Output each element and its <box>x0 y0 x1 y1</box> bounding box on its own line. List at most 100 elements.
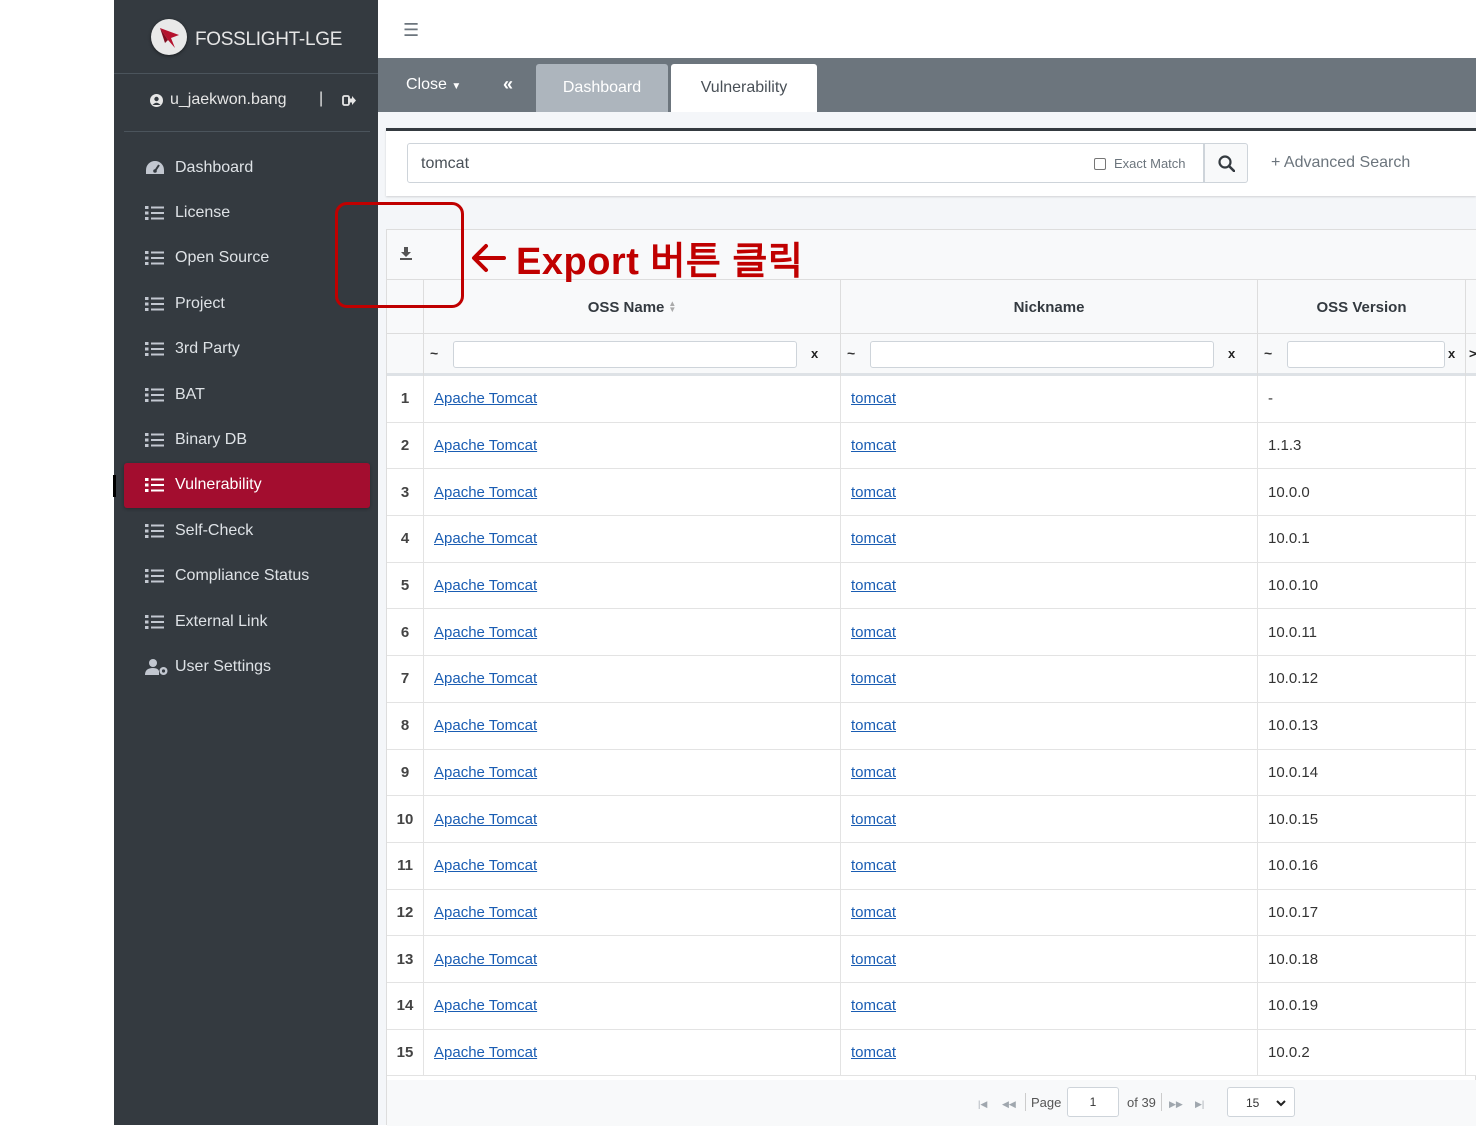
nickname-link[interactable]: tomcat <box>851 1044 896 1061</box>
sidebar-item-license[interactable]: License <box>124 190 370 235</box>
sidebar-item-external-link[interactable]: External Link <box>124 599 370 644</box>
filter-operator[interactable]: ~ <box>430 345 438 361</box>
sidebar-item-user-settings[interactable]: User Settings <box>124 644 370 689</box>
sidebar-item-binary-db[interactable]: Binary DB <box>124 417 370 462</box>
sidebar-item-project[interactable]: Project <box>124 281 370 326</box>
table-row[interactable]: 6 Apache Tomcat tomcat 10.0.11 <box>387 609 1476 657</box>
sidebar-item-label: License <box>175 204 231 222</box>
filter-operator[interactable]: ~ <box>847 345 855 361</box>
table-row[interactable]: 8 Apache Tomcat tomcat 10.0.13 <box>387 702 1476 750</box>
oss-name-link[interactable]: Apache Tomcat <box>434 390 537 407</box>
oss-name-link[interactable]: Apache Tomcat <box>434 811 537 828</box>
column-header-nickname[interactable]: Nickname <box>841 280 1258 334</box>
list-icon <box>145 386 165 404</box>
oss-name-link[interactable]: Apache Tomcat <box>434 530 537 547</box>
nickname-link[interactable]: tomcat <box>851 764 896 781</box>
user-circle-icon <box>150 94 163 107</box>
table-row[interactable]: 14 Apache Tomcat tomcat 10.0.19 <box>387 982 1476 1030</box>
sidebar-item-3rd-party[interactable]: 3rd Party <box>124 327 370 372</box>
nickname-link[interactable]: tomcat <box>851 390 896 407</box>
sidebar-item-open-source[interactable]: Open Source <box>124 236 370 281</box>
exact-match-checkbox[interactable]: Exact Match <box>1094 156 1186 171</box>
table-row[interactable]: 12 Apache Tomcat tomcat 10.0.17 <box>387 889 1476 937</box>
oss-name-link[interactable]: Apache Tomcat <box>434 997 537 1014</box>
next-page-icon[interactable]: ▶▶ <box>1169 1099 1183 1110</box>
tab-vulnerability[interactable]: Vulnerability <box>671 64 817 112</box>
table-row[interactable]: 13 Apache Tomcat tomcat 10.0.18 <box>387 936 1476 983</box>
oss-name-link[interactable]: Apache Tomcat <box>434 857 537 874</box>
first-page-icon[interactable]: |◀ <box>978 1099 987 1110</box>
table-row[interactable]: 3 Apache Tomcat tomcat 10.0.0 <box>387 469 1476 517</box>
table-row[interactable]: 11 Apache Tomcat tomcat 10.0.16 <box>387 842 1476 890</box>
search-input[interactable]: tomcat Exact Match <box>407 143 1204 183</box>
filter-input-oss-version[interactable] <box>1287 341 1445 368</box>
oss-name-link[interactable]: Apache Tomcat <box>434 951 537 968</box>
oss-version-cell: 10.0.15 <box>1258 796 1466 842</box>
filter-input-nickname[interactable] <box>870 341 1214 368</box>
oss-name-link[interactable]: Apache Tomcat <box>434 717 537 734</box>
last-page-icon[interactable]: ▶| <box>1195 1099 1204 1110</box>
nickname-link[interactable]: tomcat <box>851 951 896 968</box>
nickname-link[interactable]: tomcat <box>851 577 896 594</box>
nickname-link[interactable]: tomcat <box>851 484 896 501</box>
chevron-down-icon <box>1276 1100 1286 1107</box>
search-button[interactable] <box>1204 143 1248 183</box>
advanced-search-link[interactable]: + Advanced Search <box>1271 154 1410 172</box>
table-row[interactable]: 2 Apache Tomcat tomcat 1.1.3 <box>387 422 1476 470</box>
nickname-link[interactable]: tomcat <box>851 997 896 1014</box>
user-cog-icon <box>145 658 168 676</box>
filter-input-oss-name[interactable] <box>453 341 797 368</box>
double-chevron-left-icon[interactable]: « <box>503 74 513 95</box>
user-name[interactable]: u_jaekwon.bang <box>170 91 287 109</box>
page-size-select[interactable]: 15 <box>1227 1087 1295 1117</box>
prev-page-icon[interactable]: ◀◀ <box>1002 1099 1016 1110</box>
filter-operator[interactable]: ~ <box>1264 345 1272 361</box>
hamburger-icon[interactable]: ☰ <box>403 20 419 41</box>
oss-name-link[interactable]: Apache Tomcat <box>434 1044 537 1061</box>
table-row[interactable]: 1 Apache Tomcat tomcat - <box>387 376 1476 423</box>
oss-name-link[interactable]: Apache Tomcat <box>434 484 537 501</box>
sidebar-item-compliance-status[interactable]: Compliance Status <box>124 554 370 599</box>
sidebar-item-vulnerability[interactable]: Vulnerability <box>113 462 370 509</box>
close-tabs-dropdown[interactable]: Close ▼ <box>406 76 461 94</box>
page-number-input[interactable]: 1 <box>1067 1087 1119 1117</box>
column-header-oss-version[interactable]: OSS Version <box>1258 280 1466 334</box>
filter-operator[interactable]: > <box>1469 346 1476 361</box>
sidebar-item-label: Self-Check <box>175 521 254 539</box>
table-row[interactable]: 9 Apache Tomcat tomcat 10.0.14 <box>387 749 1476 797</box>
nickname-link[interactable]: tomcat <box>851 624 896 641</box>
oss-name-link[interactable]: Apache Tomcat <box>434 577 537 594</box>
tab-dashboard[interactable]: Dashboard <box>536 64 668 112</box>
nickname-link[interactable]: tomcat <box>851 437 896 454</box>
oss-name-link[interactable]: Apache Tomcat <box>434 624 537 641</box>
oss-version-cell: 10.0.14 <box>1258 749 1466 796</box>
oss-version-cell: 10.0.19 <box>1258 982 1466 1029</box>
oss-name-link[interactable]: Apache Tomcat <box>434 904 537 921</box>
table-row[interactable]: 15 Apache Tomcat tomcat 10.0.2 <box>387 1029 1476 1077</box>
column-header-oss-name[interactable]: OSS Name ▲ ▼ <box>424 280 841 334</box>
sidebar-item-self-check[interactable]: Self-Check <box>124 508 370 553</box>
table-row[interactable]: 10 Apache Tomcat tomcat 10.0.15 <box>387 796 1476 843</box>
table-row[interactable]: 7 Apache Tomcat tomcat 10.0.12 <box>387 656 1476 703</box>
sidebar-item-bat[interactable]: BAT <box>124 372 370 417</box>
oss-name-link[interactable]: Apache Tomcat <box>434 764 537 781</box>
user-separator: | <box>319 90 324 107</box>
table-row[interactable]: 5 Apache Tomcat tomcat 10.0.10 <box>387 562 1476 610</box>
oss-name-link[interactable]: Apache Tomcat <box>434 437 537 454</box>
nickname-link[interactable]: tomcat <box>851 530 896 547</box>
table-row[interactable]: 4 Apache Tomcat tomcat 10.0.1 <box>387 516 1476 563</box>
brand[interactable]: FOSSLIGHT-LGE <box>114 0 378 74</box>
sidebar-item-dashboard[interactable]: Dashboard <box>124 145 370 190</box>
oss-name-cell: Apache Tomcat <box>424 982 841 1029</box>
filter-clear-button[interactable]: x <box>811 346 818 361</box>
nickname-link[interactable]: tomcat <box>851 904 896 921</box>
nickname-link[interactable]: tomcat <box>851 857 896 874</box>
nickname-link[interactable]: tomcat <box>851 670 896 687</box>
filter-clear-button[interactable]: x <box>1228 346 1235 361</box>
oss-name-link[interactable]: Apache Tomcat <box>434 670 537 687</box>
filter-clear-button[interactable]: x <box>1448 346 1455 361</box>
filter-cell-more: > <box>1466 334 1476 376</box>
nickname-link[interactable]: tomcat <box>851 717 896 734</box>
logout-icon[interactable] <box>342 93 357 108</box>
nickname-link[interactable]: tomcat <box>851 811 896 828</box>
